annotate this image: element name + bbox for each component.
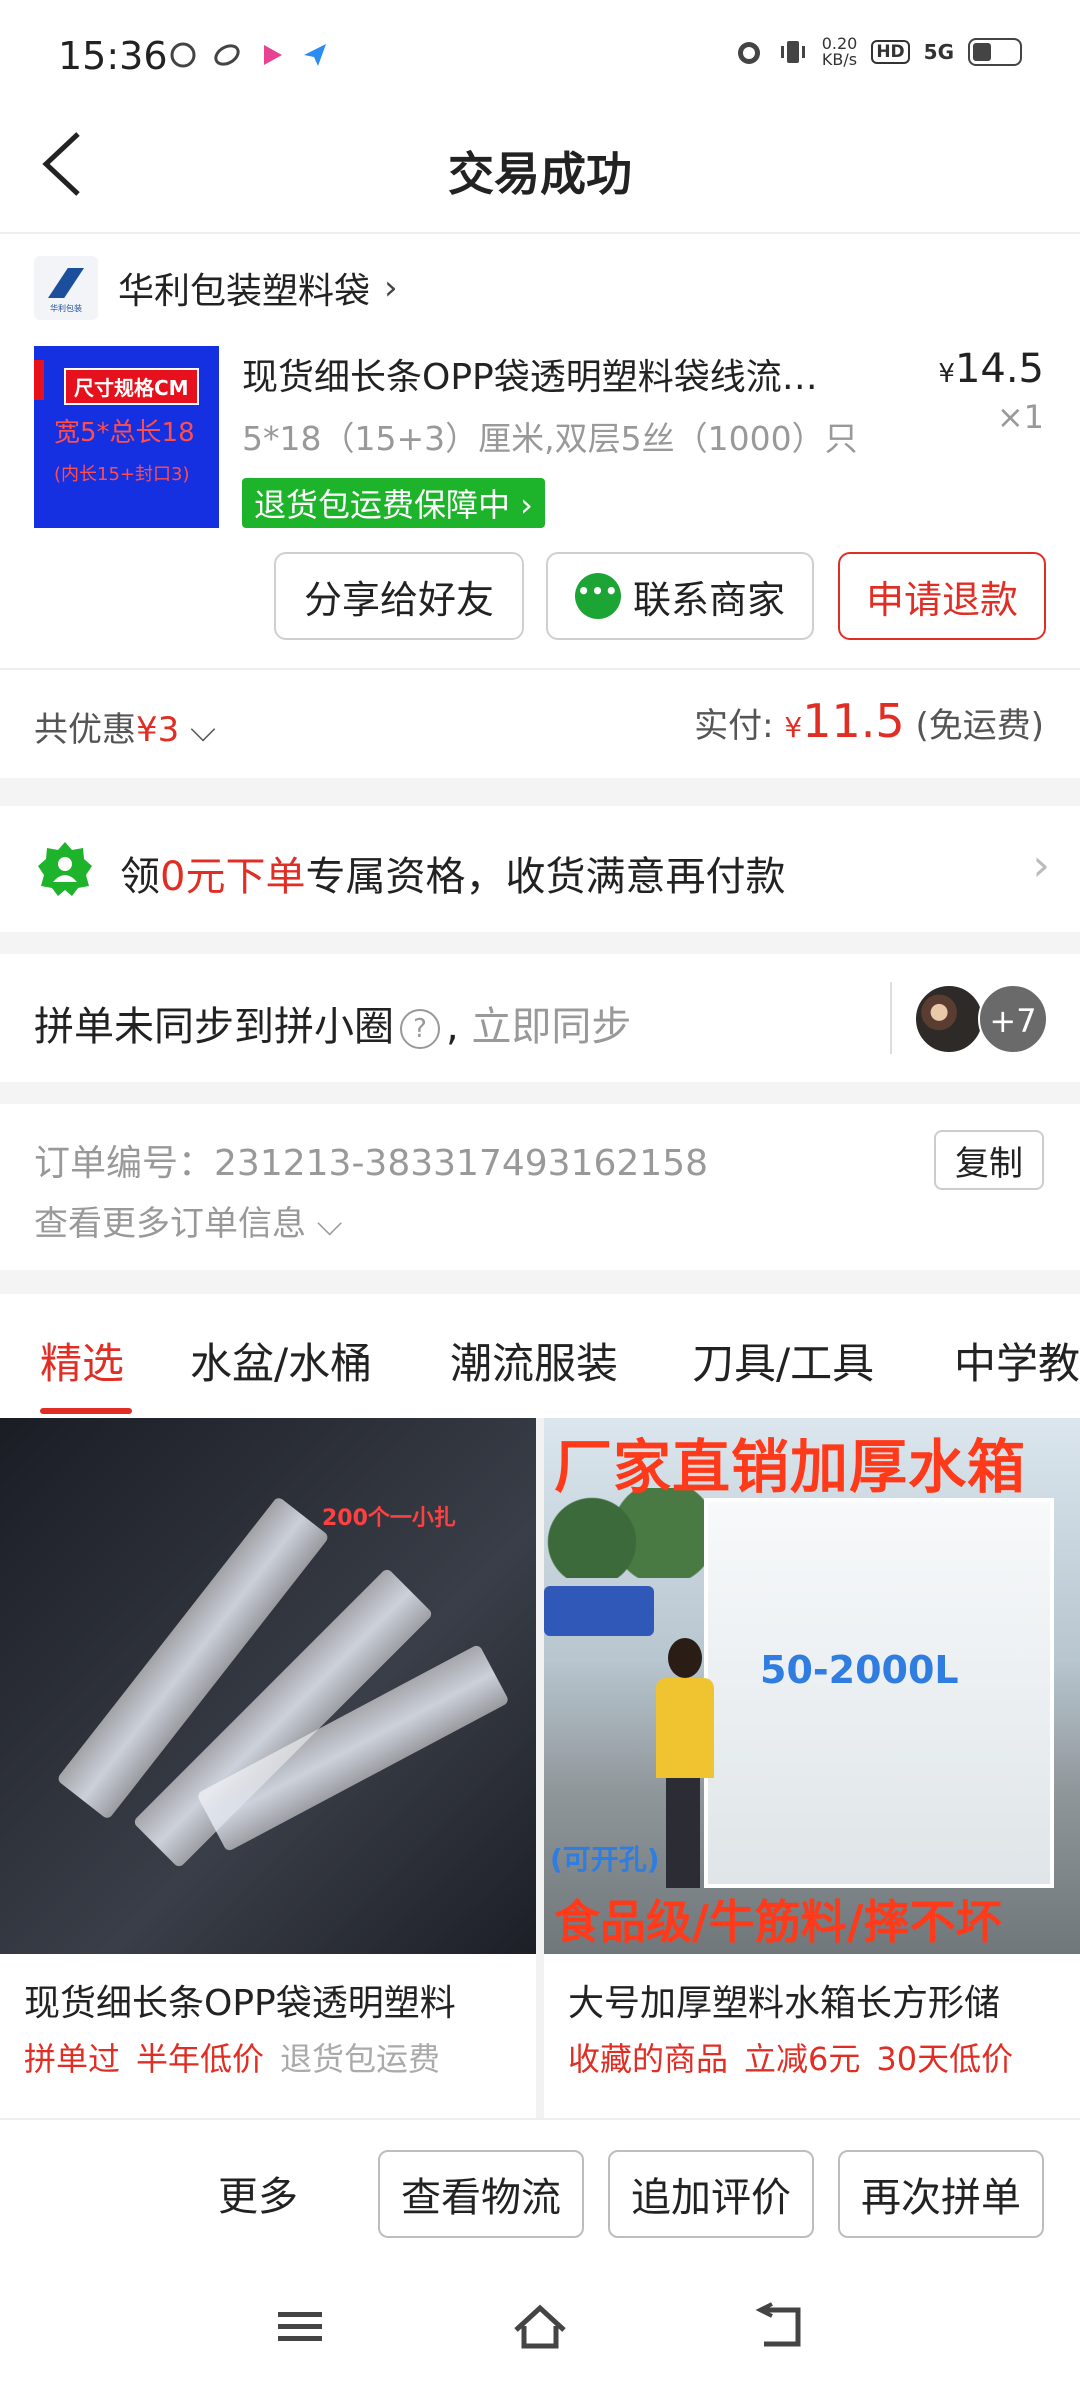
image-note: (可开孔) [550,1843,660,1876]
alarm-icon [737,42,760,64]
product-title[interactable]: 现货细长条OPP袋透明塑料袋线流… [242,348,892,400]
chevron-right-icon: › [384,268,398,308]
menu-icon[interactable] [270,2302,330,2352]
help-icon[interactable]: ? [400,1009,440,1049]
reorder-button[interactable]: 再次拼单 [838,2150,1044,2238]
message-icon [170,42,196,68]
return-guarantee-badge[interactable]: 退货包运费保障中 › [242,478,545,528]
store-logo: 华利包装 [34,256,98,320]
page-title: 交易成功 [448,147,632,201]
chevron-down-icon: ⌵ [190,710,216,750]
net-speed: 0.20 KB/s [821,34,858,69]
chevron-right-icon: › [1032,840,1050,891]
tab-featured[interactable]: 精选 [40,1330,124,1391]
battery-icon [968,38,1022,66]
tab-tools[interactable]: 刀具/工具 [692,1330,874,1391]
avatar [914,984,984,1054]
paid-amount: 实付: ¥11.5 (免运费) [694,694,1044,748]
hd-badge: HD [871,40,910,64]
product-image[interactable]: 尺寸规格CM 宽5*总长18 (内长15+封口3) [34,346,219,528]
send-app-icon [304,44,326,66]
nav-bar: 交易成功 [0,100,1080,234]
app-icon [214,44,240,66]
contact-merchant-button[interactable]: 联系商家 [546,552,814,640]
status-right: 0.20 KB/s HD 5G [734,36,1022,68]
avatar-more-count[interactable]: +7 [978,984,1048,1054]
more-order-info[interactable]: 查看更多订单信息 ⌵ [34,1196,343,1245]
status-bar: 15:36 0.20 KB/s HD 5G [0,0,1080,100]
image-footer: 食品级/牛筋料/摔不坏 [554,1895,1002,1949]
share-button[interactable]: 分享给好友 [274,552,524,640]
image-volume: 50-2000L [760,1648,959,1692]
badge-icon [38,842,92,896]
section-divider [0,932,1080,954]
product-card-title: 大号加厚塑料水箱长方形储 [568,1983,1001,2024]
product-image-line2: (内长15+封口3) [54,464,190,485]
view-logistics-button[interactable]: 查看物流 [378,2150,584,2238]
sync-row[interactable]: 拼单未同步到拼小圈?, 立即同步 +7 [0,954,1080,1082]
product-quantity: ×1 [996,398,1044,436]
refund-button[interactable]: 申请退款 [838,552,1046,640]
product-card[interactable]: 200个一小扎 现货细长条OPP袋透明塑料 拼单过 半年低价 退货包运费 [0,1418,536,2118]
product-price: ¥14.5 [938,346,1044,392]
discount-toggle[interactable]: 共优惠¥3 ⌵ [34,702,216,751]
product-card-title: 现货细长条OPP袋透明塑料 [24,1983,456,2024]
video-app-icon [264,45,282,65]
add-review-button[interactable]: 追加评价 [608,2150,814,2238]
section-divider [0,1082,1080,1104]
store-link[interactable]: 华利包装 华利包装塑料袋 › [34,256,398,320]
sync-action[interactable]: 立即同步 [471,1004,631,1050]
section-divider [0,1270,1080,1294]
payment-summary: 共优惠¥3 ⌵ 实付: ¥11.5 (免运费) [0,668,1080,778]
order-info: 订单编号：231213-383317493162158 查看更多订单信息 ⌵ 复… [0,1104,1080,1270]
tab-basins[interactable]: 水盆/水桶 [190,1330,372,1391]
tab-underline [40,1408,132,1414]
notification-icons [168,40,330,70]
product-image-line1: 宽5*总长18 [54,418,195,448]
product-card-tags: 拼单过 半年低价 退货包运费 [24,2040,441,2078]
promo-text: 领0元下单专属资格，收货满意再付款 [120,854,786,900]
chevron-down-icon: ⌵ [306,1204,343,1244]
section-divider [0,778,1080,806]
more-button[interactable]: 更多 [218,2164,298,2222]
home-icon[interactable] [510,2302,570,2352]
sync-text: 拼单未同步到拼小圈?, 立即同步 [34,1004,632,1050]
image-label: 200个一小扎 [322,1506,456,1531]
promo-banner[interactable]: 领0元下单专属资格，收货满意再付款 › [0,806,1080,932]
order-number: 订单编号：231213-383317493162158 [34,1143,708,1184]
contact-label: 联系商家 [632,577,785,622]
image-headline: 厂家直销加厚水箱 [554,1433,1027,1501]
bottom-action-bar: 更多 查看物流 追加评价 再次拼单 [0,2118,1080,2268]
product-image-tag: 尺寸规格CM [64,368,199,405]
product-card-image: 厂家直销加厚水箱 50-2000L (可开孔) 食品级/牛筋料/摔不坏 [544,1418,1080,1954]
store-name: 华利包装塑料袋 [118,271,371,312]
product-card-tags: 收藏的商品 立减6元 30天低价 [568,2040,1014,2078]
category-tabs: 精选 水盆/水桶 潮流服装 刀具/工具 中学教 [0,1294,1080,1418]
divider-line [890,982,892,1054]
copy-button[interactable]: 复制 [934,1130,1044,1190]
product-card[interactable]: 厂家直销加厚水箱 50-2000L (可开孔) 食品级/牛筋料/摔不坏 大号加厚… [544,1418,1080,2118]
product-card-image: 200个一小扎 [0,1418,536,1954]
recommend-grid: 200个一小扎 现货细长条OPP袋透明塑料 拼单过 半年低价 退货包运费 厂家直销加… [0,1418,1080,2118]
back-icon[interactable] [750,2302,810,2352]
signal-5g: 5G [923,40,954,64]
chat-icon [574,573,621,619]
vibrate-icon [780,41,805,63]
product-spec: 5*18（15+3）厘米,双层5丝（1000）只 [242,419,858,458]
tab-education[interactable]: 中学教 [954,1330,1080,1391]
system-nav-bar [0,2268,1080,2388]
status-time: 15:36 [58,34,168,78]
tab-fashion[interactable]: 潮流服装 [450,1330,618,1391]
